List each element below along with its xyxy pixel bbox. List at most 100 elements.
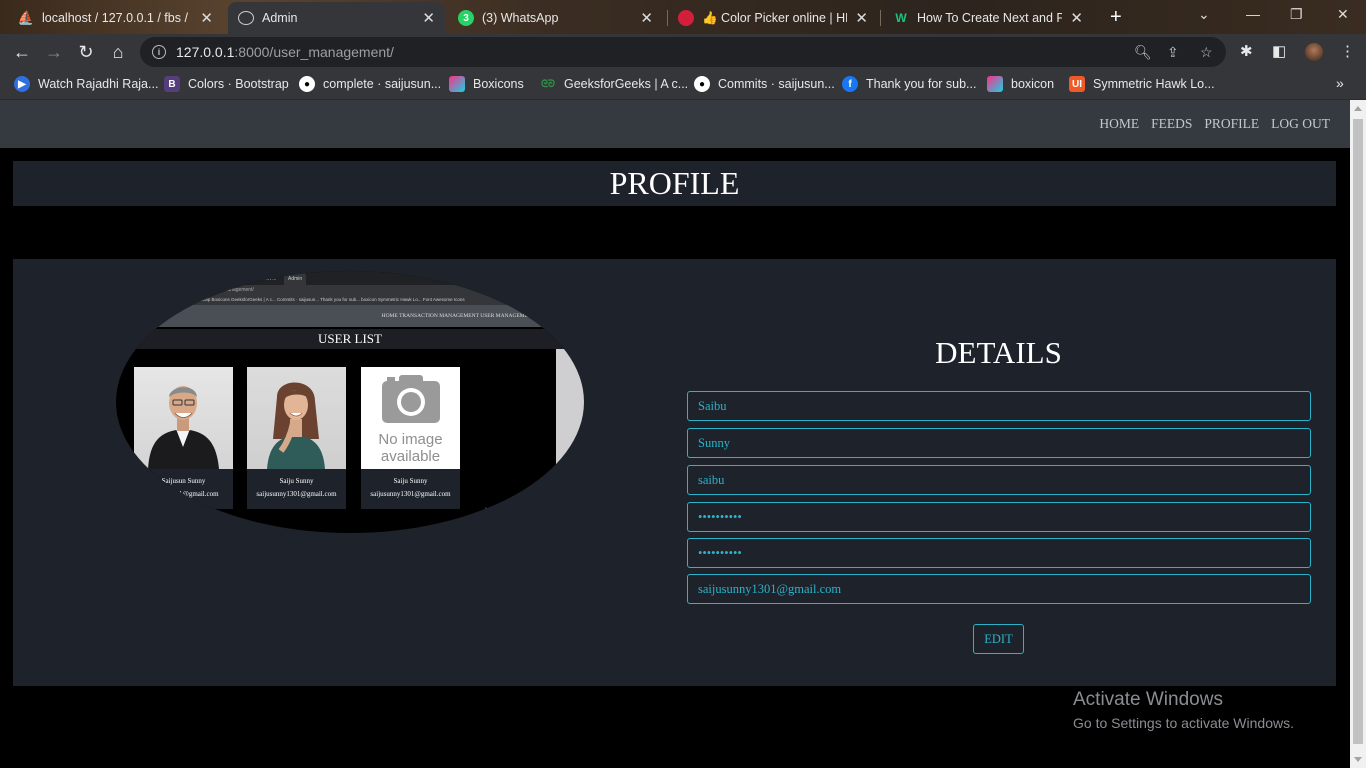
tab-title: 👍 Color Picker online | HEX: [702, 10, 848, 25]
bookmark-label: Thank you for sub...: [866, 77, 977, 91]
mini-user-email: saijusunny1301@gmail.com: [138, 490, 219, 498]
scroll-up-icon[interactable]: [1354, 106, 1362, 111]
share-icon[interactable]: ⇪: [1167, 44, 1179, 61]
close-icon[interactable]: ✕: [1070, 9, 1083, 27]
page-title-bar: PROFILE: [13, 161, 1336, 206]
activate-subtitle: Go to Settings to activate Windows.: [1073, 715, 1294, 731]
nav-feeds[interactable]: FEEDS: [1151, 116, 1192, 132]
mini-user-name: Saiju Sunny: [279, 477, 314, 485]
tab-color-picker[interactable]: 👍 Color Picker online | HEX ✕: [668, 2, 878, 34]
username-field[interactable]: [687, 465, 1311, 495]
menu-icon[interactable]: ⋮: [1340, 42, 1355, 60]
mini-user-card: Saiju Sunny saijusunny1301@gmail.com: [247, 367, 346, 509]
github-icon: ●: [299, 76, 315, 92]
tab-admin[interactable]: Admin ✕: [228, 2, 445, 34]
extensions-icon[interactable]: ✱: [1240, 42, 1253, 60]
man-photo: [134, 367, 233, 469]
mini-bookmarks: Colors · Bootstrap Boxicons GeeksforGeek…: [116, 295, 584, 305]
restore-icon[interactable]: ❐: [1290, 6, 1303, 23]
page-viewport: HOME FEEDS PROFILE LOG OUT PROFILE Using…: [0, 100, 1350, 768]
address-bar[interactable]: i 127.0.0.1:8000/user_management/ 🔍︎ ⇪ ☆: [140, 37, 1226, 67]
uiverse-icon: UI: [1069, 76, 1085, 92]
tab-title: How To Create Next and Prev: [917, 11, 1063, 25]
windows-activation-watermark: Activate Windows Go to Settings to activ…: [1073, 689, 1294, 731]
first-name-field[interactable]: [687, 391, 1311, 421]
whatsapp-icon: 3: [458, 10, 474, 26]
details-title: DETAILS: [935, 335, 1062, 370]
last-name-field[interactable]: [687, 428, 1311, 458]
nav-home[interactable]: HOME: [1099, 116, 1139, 132]
reload-icon[interactable]: ↻: [74, 40, 98, 64]
edit-button[interactable]: EDIT: [973, 624, 1024, 654]
mini-tab: Using the Django authentication ...: [200, 276, 277, 282]
bootstrap-icon: B: [164, 76, 180, 92]
confirm-password-field[interactable]: [687, 538, 1311, 568]
back-icon[interactable]: ←: [10, 40, 34, 64]
phpmyadmin-icon: ⛵: [17, 10, 35, 25]
no-image-text: available: [380, 448, 441, 465]
tab-phpmyadmin[interactable]: ⛵ localhost / 127.0.0.1 / fbs / ap ✕: [8, 2, 223, 34]
forward-icon[interactable]: →: [42, 40, 66, 64]
scroll-thumb[interactable]: [1353, 119, 1363, 744]
bookmark-item[interactable]: ● Commits · saijusun...: [694, 76, 835, 92]
window-close-icon[interactable]: ✕: [1337, 6, 1349, 23]
mini-tab-strip: Using the Django authentication ... Admi…: [116, 271, 584, 285]
bookmark-label: Commits · saijusun...: [718, 77, 835, 91]
mini-user-card: Saijusun Sunny saijusunny1301@gmail.com: [134, 367, 233, 509]
bookmark-item[interactable]: Boxicons: [449, 76, 524, 92]
close-icon[interactable]: ✕: [422, 9, 435, 27]
bookmark-item[interactable]: f Thank you for sub...: [842, 76, 976, 92]
bookmark-item[interactable]: UI Symmetric Hawk Lo...: [1069, 76, 1215, 92]
no-image-text: No image: [378, 431, 443, 448]
nav-profile[interactable]: PROFILE: [1204, 116, 1259, 132]
bookmark-item[interactable]: ᘓᘐ GeeksforGeeks | A c...: [540, 76, 688, 92]
close-icon[interactable]: ✕: [200, 9, 213, 27]
no-image-placeholder: No image available: [361, 367, 460, 469]
mini-user-email: saijusunny1301@gmail.com: [370, 490, 451, 498]
activate-title: Activate Windows: [1073, 689, 1223, 710]
mini-user-name: Saijusun Sunny: [161, 477, 206, 485]
side-panel-icon[interactable]: ◧: [1272, 42, 1286, 60]
profile-avatar[interactable]: [1305, 43, 1323, 61]
tab-search-icon[interactable]: ⌄: [1198, 6, 1210, 23]
tab-title: localhost / 127.0.0.1 / fbs / ap: [42, 11, 193, 25]
bookmark-item[interactable]: boxicon: [987, 76, 1054, 92]
email-field[interactable]: [687, 574, 1311, 604]
site-info-icon[interactable]: i: [152, 45, 166, 59]
home-icon[interactable]: ⌂: [106, 40, 130, 64]
bookmark-item[interactable]: ● complete · saijusun...: [299, 76, 441, 92]
bookmark-star-icon[interactable]: ☆: [1200, 44, 1213, 61]
mini-user-email: saijusunny1301@gmail.com: [256, 490, 337, 498]
scroll-down-icon[interactable]: [1354, 757, 1362, 762]
boxicons-icon: [987, 76, 1003, 92]
tab-strip: ⛵ localhost / 127.0.0.1 / fbs / ap ✕ Adm…: [0, 0, 1366, 34]
tab-title: Admin: [262, 11, 298, 25]
minimize-icon[interactable]: —: [1246, 6, 1260, 22]
password-field[interactable]: [687, 502, 1311, 532]
boxicons-icon: [449, 76, 465, 92]
bookmark-item[interactable]: B Colors · Bootstrap: [164, 76, 289, 92]
close-icon[interactable]: ✕: [855, 9, 868, 27]
url-host: 127.0.0.1: [176, 44, 235, 60]
bookmark-item[interactable]: ▶ Watch Rajadhi Raja...: [14, 76, 158, 92]
tab-whatsapp[interactable]: 3 (3) WhatsApp ✕: [448, 2, 663, 34]
close-icon[interactable]: ✕: [640, 9, 653, 27]
page-scrollbar[interactable]: [1350, 100, 1366, 768]
mini-url: 127.0.0.1:8000/user_management/: [116, 285, 584, 295]
zoom-icon[interactable]: 🔍︎: [1134, 44, 1152, 61]
mini-user-card: No image available Saiju Sunny saijusunn…: [361, 367, 460, 509]
page-title: PROFILE: [609, 165, 740, 201]
new-tab-icon[interactable]: +: [1110, 6, 1122, 29]
mini-navbar: HOME TRANSACTION MANAGEMENT USER MANAGEM…: [116, 305, 584, 327]
bookmark-label: Watch Rajadhi Raja...: [38, 77, 159, 91]
w3-icon: W: [895, 11, 907, 25]
bookmark-label: boxicon: [1011, 77, 1055, 91]
bookmarks-overflow-icon[interactable]: »: [1336, 75, 1344, 91]
tab-next-prev[interactable]: W How To Create Next and Prev ✕: [883, 2, 1093, 34]
nav-logout[interactable]: LOG OUT: [1271, 116, 1330, 132]
profile-panel: Using the Django authentication ... Admi…: [13, 259, 1336, 686]
woman-photo: [247, 367, 346, 469]
tab-title: (3) WhatsApp: [482, 11, 559, 25]
bookmark-label: Boxicons: [473, 77, 524, 91]
bookmark-label: Symmetric Hawk Lo...: [1093, 77, 1215, 91]
